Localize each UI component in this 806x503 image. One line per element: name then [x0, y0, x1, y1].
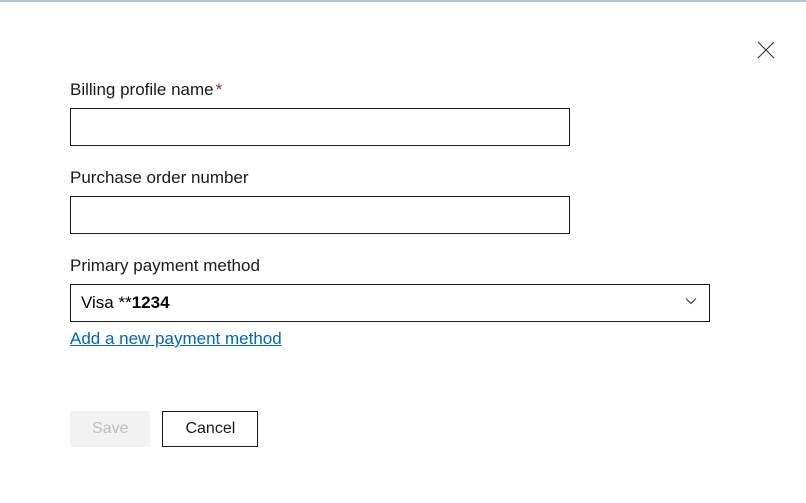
- purchase-order-label: Purchase order number: [70, 168, 736, 188]
- billing-profile-label: Billing profile name*: [70, 80, 736, 100]
- close-button[interactable]: [756, 40, 776, 60]
- payment-method-field: Primary payment method Visa **1234 Add a…: [70, 256, 736, 349]
- cancel-button[interactable]: Cancel: [162, 411, 258, 447]
- payment-method-select[interactable]: Visa **1234: [70, 284, 710, 322]
- payment-method-value: Visa **1234: [81, 293, 170, 313]
- save-button[interactable]: Save: [70, 411, 150, 447]
- billing-form: Billing profile name* Purchase order num…: [0, 2, 806, 447]
- purchase-order-field: Purchase order number: [70, 168, 736, 234]
- close-icon: [757, 41, 775, 59]
- add-payment-link[interactable]: Add a new payment method: [70, 329, 282, 349]
- billing-profile-input[interactable]: [70, 108, 570, 146]
- payment-method-label: Primary payment method: [70, 256, 736, 276]
- billing-profile-field: Billing profile name*: [70, 80, 736, 146]
- required-indicator: *: [216, 80, 223, 99]
- purchase-order-input[interactable]: [70, 196, 570, 234]
- button-row: Save Cancel: [70, 411, 736, 447]
